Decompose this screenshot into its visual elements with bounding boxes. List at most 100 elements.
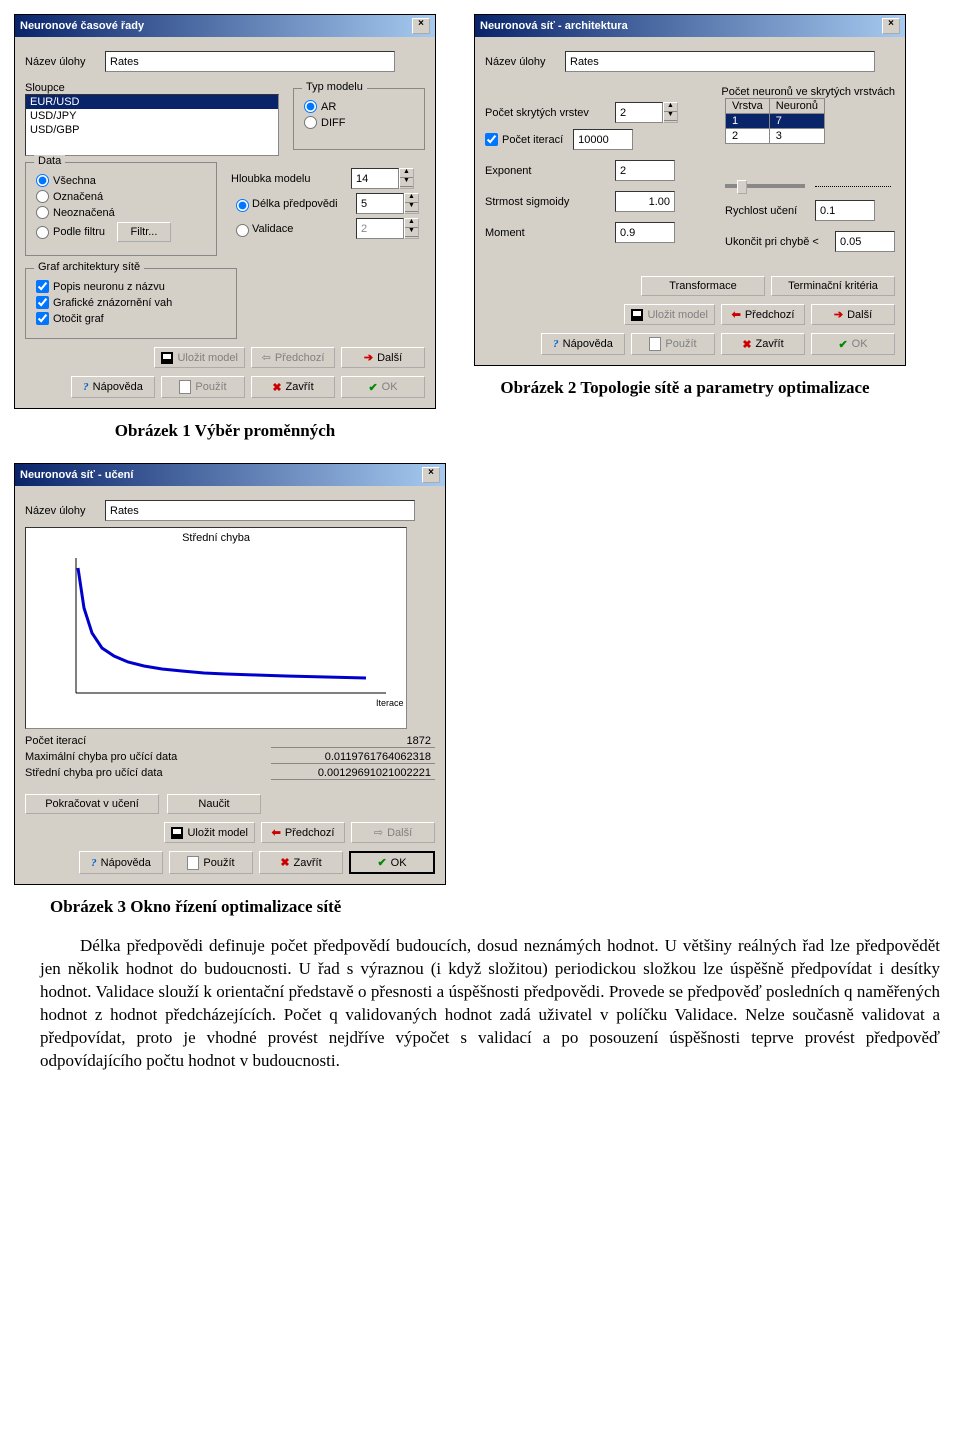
stop-label: Ukončit pri chybě < xyxy=(725,236,835,248)
dialog-training: Neuronová síť - učení × Název úlohy Stře… xyxy=(14,463,446,885)
radio-forecast[interactable] xyxy=(236,199,249,212)
titlebar: Neuronová síť - architektura × xyxy=(475,15,905,37)
radio-unmarked[interactable]: Neoznačená xyxy=(36,206,206,219)
dialog-timeseries: Neuronové časové řady × Název úlohy Slou… xyxy=(14,14,436,409)
next-button[interactable]: ➔Další xyxy=(341,347,425,368)
neurons-label: Počet neuronů ve skrytých vrstvách xyxy=(485,86,895,98)
table-row: 17 xyxy=(726,114,825,129)
caption-1: Obrázek 1 Výběr proměnných xyxy=(10,421,440,441)
transform-button[interactable]: Transformace xyxy=(641,276,765,296)
hidden-spinner[interactable]: ▲▼ xyxy=(615,102,678,123)
save-button[interactable]: Uložit model xyxy=(164,822,255,843)
prev-button[interactable]: ⬅Předchozí xyxy=(261,822,345,843)
neurons-table[interactable]: VrstvaNeuronů 17 23 xyxy=(725,98,825,144)
list-item[interactable]: EUR/USD xyxy=(26,95,278,109)
close-button[interactable]: ✖Zavřít xyxy=(721,333,805,355)
arrow-right-icon: ➔ xyxy=(364,351,373,364)
task-label: Název úlohy xyxy=(25,505,105,517)
x-icon: ✖ xyxy=(272,381,281,394)
exp-input[interactable] xyxy=(615,160,675,181)
arrow-right-icon: ➔ xyxy=(834,308,843,321)
radio-all[interactable]: Všechna xyxy=(36,174,206,187)
task-label: Název úlohy xyxy=(485,56,565,68)
arrow-left-icon: ⬅ xyxy=(272,826,281,839)
radio-ar[interactable]: AR xyxy=(304,100,414,113)
forecast-spinner[interactable]: ▲▼ xyxy=(356,193,419,214)
lr-input[interactable] xyxy=(815,200,875,221)
check-rotate[interactable]: Otočit graf xyxy=(36,312,226,325)
continue-button[interactable]: Pokračovat v učení xyxy=(25,794,159,814)
list-item[interactable]: USD/GBP xyxy=(26,123,278,137)
arrow-left-icon: ⇦ xyxy=(262,351,271,364)
check-icon: ✔ xyxy=(377,856,386,869)
dialog-architecture: Neuronová síť - architektura × Název úlo… xyxy=(474,14,906,366)
task-input[interactable] xyxy=(565,51,875,72)
close-icon[interactable]: × xyxy=(882,18,900,34)
list-item[interactable]: USD/JPY xyxy=(26,109,278,123)
iter-input[interactable] xyxy=(573,129,633,150)
check-iterations[interactable]: Počet iterací xyxy=(485,129,715,150)
doc-icon xyxy=(649,337,661,351)
maxerr-value: 0.0119761764062318 xyxy=(271,751,435,764)
save-icon xyxy=(171,827,183,839)
next-button[interactable]: ➔Další xyxy=(811,304,895,325)
apply-button[interactable]: Použít xyxy=(169,851,253,874)
x-icon: ✖ xyxy=(742,338,751,351)
apply-button: Použít xyxy=(631,333,715,355)
validate-spinner[interactable]: ▲▼ xyxy=(356,218,419,239)
help-button[interactable]: ?Nápověda xyxy=(79,851,163,874)
data-legend: Data xyxy=(34,155,65,167)
close-button[interactable]: ✖Zavřít xyxy=(251,376,335,398)
help-button[interactable]: ?Nápověda xyxy=(541,333,625,355)
sigm-input[interactable] xyxy=(615,191,675,212)
dialog-title: Neuronová síť - učení xyxy=(20,469,133,481)
stop-input[interactable] xyxy=(835,231,895,252)
body-paragraph: Délka předpovědi definuje počet předpově… xyxy=(40,935,940,1073)
sigm-slider[interactable] xyxy=(725,184,805,188)
iter-value: 1872 xyxy=(271,735,435,748)
next-button: ⇨Další xyxy=(351,822,435,843)
hidden-label: Počet skrytých vrstev xyxy=(485,107,615,119)
task-input[interactable] xyxy=(105,500,415,521)
radio-marked[interactable]: Označená xyxy=(36,190,206,203)
filter-button[interactable]: Filtr... xyxy=(117,222,171,242)
termination-button[interactable]: Terminační kritéria xyxy=(771,276,895,296)
radio-validate[interactable] xyxy=(236,224,249,237)
learn-button[interactable]: Naučit xyxy=(167,794,261,814)
check-neuron-desc[interactable]: Popis neuronu z názvu xyxy=(36,280,226,293)
arrow-right-icon: ⇨ xyxy=(374,826,383,839)
check-weight-gfx[interactable]: Grafické znázornění vah xyxy=(36,296,226,309)
radio-diff[interactable]: DIFF xyxy=(304,116,414,129)
x-axis-label: Iterace xyxy=(376,698,404,708)
titlebar: Neuronová síť - učení × xyxy=(15,464,445,486)
close-icon[interactable]: × xyxy=(422,467,440,483)
save-icon xyxy=(161,352,173,364)
mom-input[interactable] xyxy=(615,222,675,243)
meanerr-label: Střední chyba pro učící data xyxy=(25,767,163,780)
lr-label: Rychlost učení xyxy=(725,205,815,217)
prev-button: ⇦Předchozí xyxy=(251,347,335,368)
sigm-label: Strmost sigmoidy xyxy=(485,196,615,208)
apply-button: Použít xyxy=(161,376,245,398)
chart-title: Střední chyba xyxy=(26,528,406,548)
table-row: 23 xyxy=(726,129,825,144)
save-icon xyxy=(631,309,643,321)
mom-label: Moment xyxy=(485,227,615,239)
close-button[interactable]: ✖Zavřít xyxy=(259,851,343,874)
help-icon: ? xyxy=(553,338,559,350)
ok-button: ✔OK xyxy=(341,376,425,398)
depth-spinner[interactable]: ▲▼ xyxy=(351,168,414,189)
arch-legend: Graf architektury sítě xyxy=(34,261,144,273)
help-button[interactable]: ?Nápověda xyxy=(71,376,155,398)
close-icon[interactable]: × xyxy=(412,18,430,34)
dialog-title: Neuronové časové řady xyxy=(20,20,144,32)
prev-button[interactable]: ⬅Předchozí xyxy=(721,304,805,325)
maxerr-label: Maximální chyba pro učící data xyxy=(25,751,177,764)
ok-button: ✔OK xyxy=(811,333,895,355)
radio-byfilter[interactable] xyxy=(36,226,49,239)
help-icon: ? xyxy=(83,381,89,393)
task-input[interactable] xyxy=(105,51,395,72)
columns-listbox[interactable]: EUR/USD USD/JPY USD/GBP xyxy=(25,94,279,156)
caption-3: Obrázek 3 Okno řízení optimalizace sítě xyxy=(50,897,480,917)
ok-button[interactable]: ✔OK xyxy=(349,851,435,874)
